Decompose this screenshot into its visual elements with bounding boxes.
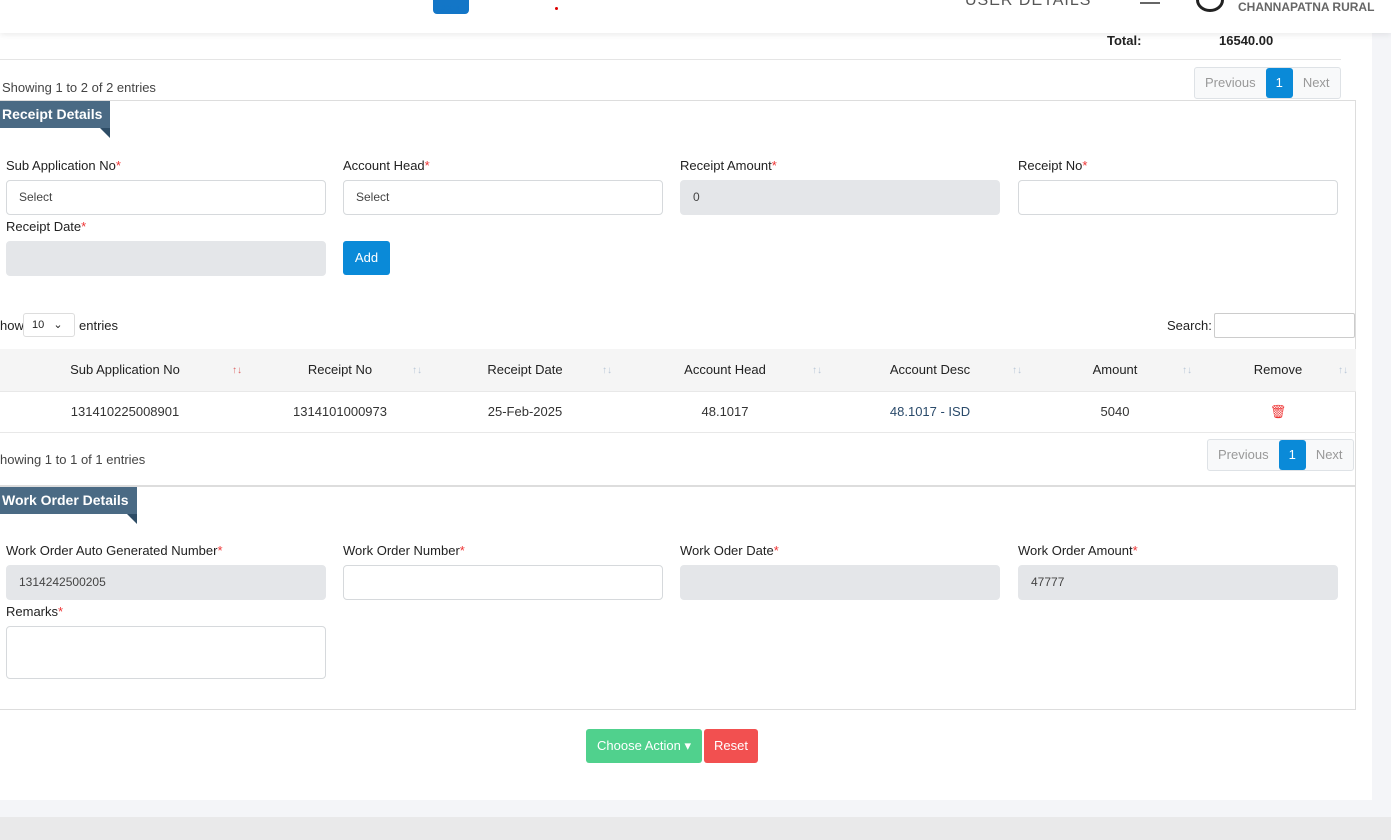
section-title: Receipt Details: [0, 101, 111, 138]
receipt-amount-label: Receipt Amount*: [680, 158, 777, 173]
receipt-table: Sub Application No ↑↓ Receipt No ↑↓ Receipt …: [0, 349, 1356, 433]
column-header[interactable]: Amount ↑↓: [1030, 349, 1200, 391]
auto-number-input[interactable]: 1314242500205: [6, 565, 326, 600]
receipt-date-label: Receipt Date*: [6, 219, 87, 234]
trash-icon[interactable]: 🗑: [1270, 404, 1287, 419]
account-head-label: Account Head*: [343, 158, 430, 173]
entries-label: entries: [79, 318, 119, 333]
page-1-button[interactable]: 1: [1278, 440, 1306, 470]
sort-icon: ↑↓: [1338, 365, 1348, 376]
top-header: BESCOM USER DETAILS CHANNAPATNA RURAL: [0, 0, 1391, 33]
section-title: Work Order Details: [0, 487, 137, 524]
chevron-down-icon: ⌄: [53, 319, 63, 331]
remarks-label: Remarks*: [6, 604, 64, 619]
column-header[interactable]: Receipt No ↑↓: [250, 349, 430, 391]
total-label: Total:: [1107, 33, 1142, 48]
logo-text: BESCOM: [433, 6, 460, 12]
receipt-no-label: Receipt No*: [1018, 158, 1088, 173]
search-input[interactable]: [1214, 313, 1355, 338]
previous-button[interactable]: Previous: [1208, 440, 1279, 470]
sort-icon: ↑↓: [1182, 365, 1192, 376]
sort-icon: ↑↓: [412, 365, 422, 376]
column-header[interactable]: Account Desc ↑↓: [830, 349, 1030, 391]
remarks-textarea[interactable]: [6, 626, 326, 679]
work-order-amount-label: Work Order Amount*: [1018, 543, 1138, 558]
table-cell: 1314101000973: [250, 390, 430, 433]
sort-icon: ↑↓: [1012, 365, 1022, 376]
entries-info: Showing 1 to 2 of 2 entries: [2, 80, 156, 95]
table-cell: 25-Feb-2025: [430, 390, 620, 433]
receipt-amount-input[interactable]: 0: [680, 180, 1000, 215]
choose-action-button[interactable]: Choose Action ▾: [586, 729, 702, 763]
sort-icon: ↑↓: [232, 365, 242, 376]
sub-application-select[interactable]: Select: [6, 180, 326, 215]
total-value: 16540.00: [1219, 33, 1274, 48]
previous-button[interactable]: Previous: [1195, 68, 1266, 98]
user-details-link[interactable]: USER DETAILS: [965, 0, 1091, 10]
receipt-date-input[interactable]: [6, 241, 326, 276]
pagination: Previous 1 Next: [1194, 67, 1341, 99]
caret-down-icon: ▾: [684, 738, 691, 753]
bell-icon[interactable]: [1140, 0, 1160, 4]
work-order-number-label: Work Order Number*: [343, 543, 465, 558]
auto-number-label: Work Order Auto Generated Number*: [6, 543, 223, 558]
work-order-number-input[interactable]: [343, 565, 663, 600]
column-header[interactable]: Remove ↑↓: [1200, 349, 1356, 391]
sub-application-label: Sub Application No*: [6, 158, 121, 173]
page-1-button[interactable]: 1: [1265, 68, 1293, 98]
work-order-date-input[interactable]: [680, 565, 1000, 600]
table-entries-info: howing 1 to 1 of 1 entries: [0, 452, 146, 467]
notification-dot: [555, 7, 558, 10]
location-label: CHANNAPATNA RURAL: [1238, 0, 1375, 14]
entries-select[interactable]: 10 ⌄: [23, 313, 75, 337]
work-order-amount-input[interactable]: 47777: [1018, 565, 1338, 600]
main-card: Total: 16540.00 Showing 1 to 2 of 2 entr…: [0, 33, 1372, 800]
table-cell: 5040: [1030, 390, 1200, 433]
column-header[interactable]: Receipt Date ↑↓: [430, 349, 620, 391]
scrollbar[interactable]: [1372, 33, 1391, 817]
column-header[interactable]: Account Head ↑↓: [620, 349, 830, 391]
search-label: Search:: [1167, 318, 1212, 333]
sort-icon: ↑↓: [602, 365, 612, 376]
table-cell: 131410225008901: [0, 390, 250, 433]
work-order-date-label: Work Oder Date*: [680, 543, 779, 558]
column-header[interactable]: Sub Application No ↑↓: [0, 349, 250, 391]
account-head-select[interactable]: Select: [343, 180, 663, 215]
table-cell: 48.1017: [620, 390, 830, 433]
show-label: how: [0, 318, 24, 333]
sort-icon: ↑↓: [812, 365, 822, 376]
table-row: 131410225008901 1314101000973 25-Feb-2025 4…: [0, 390, 1356, 433]
receipt-no-input[interactable]: [1018, 180, 1338, 215]
next-button[interactable]: Next: [1306, 440, 1353, 470]
table-cell: 48.1017 - ISD: [830, 390, 1030, 433]
next-button[interactable]: Next: [1293, 68, 1340, 98]
avatar[interactable]: [1196, 0, 1224, 12]
footer: [0, 817, 1391, 840]
work-order-section: Work Order Details Work Order Auto Gener…: [0, 485, 1356, 710]
add-button[interactable]: Add: [343, 241, 390, 275]
table-pagination: Previous 1 Next: [1207, 439, 1354, 471]
reset-button[interactable]: Reset: [704, 729, 758, 763]
